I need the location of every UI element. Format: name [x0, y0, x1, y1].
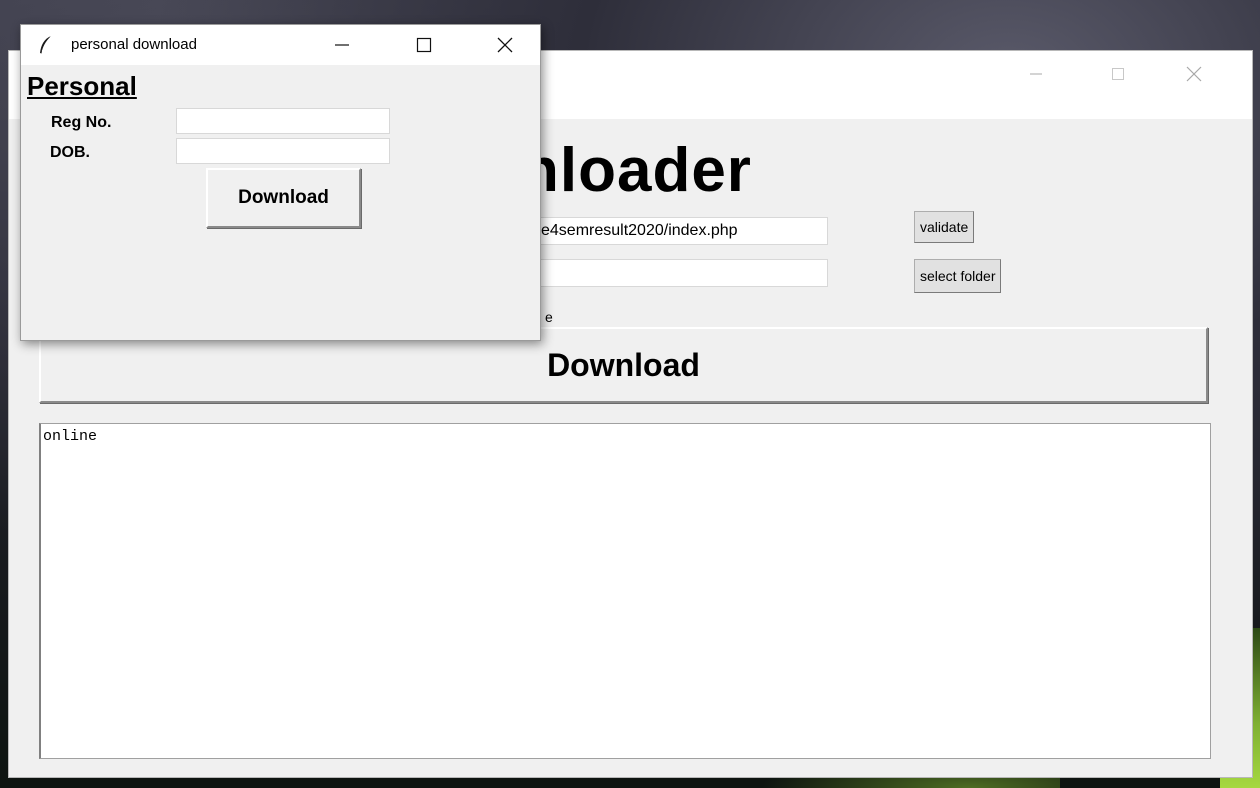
- personal-close-button[interactable]: [482, 31, 528, 59]
- personal-heading: Personal: [27, 71, 137, 101]
- window-title: personal download: [71, 36, 197, 53]
- personal-titlebar[interactable]: personal download: [21, 25, 540, 65]
- reg-no-label: Reg No.: [51, 114, 112, 131]
- close-icon: [497, 37, 513, 53]
- status-label: e: [545, 309, 553, 325]
- dob-label: DOB.: [50, 144, 90, 161]
- reg-no-input[interactable]: [176, 108, 390, 134]
- dob-input[interactable]: [176, 138, 390, 164]
- maximize-icon: [1112, 68, 1124, 80]
- minimize-icon: [335, 44, 349, 46]
- personal-window: personal download Personal Reg No. DOB. …: [20, 24, 541, 341]
- app-title: nloader: [521, 136, 752, 205]
- personal-download-button[interactable]: Download: [206, 168, 361, 228]
- url-input[interactable]: [536, 217, 828, 245]
- folder-input[interactable]: [536, 259, 828, 287]
- main-minimize-button[interactable]: [1013, 59, 1059, 89]
- close-icon: [1186, 66, 1202, 82]
- feather-icon: [37, 35, 55, 60]
- log-textarea[interactable]: online: [39, 423, 1211, 759]
- maximize-icon: [416, 37, 432, 53]
- personal-maximize-button[interactable]: [401, 31, 447, 59]
- validate-button[interactable]: validate: [914, 211, 975, 243]
- personal-minimize-button[interactable]: [319, 31, 365, 59]
- main-close-button[interactable]: [1171, 59, 1217, 89]
- select-folder-button[interactable]: select folder: [914, 259, 1002, 293]
- minimize-icon: [1030, 73, 1042, 75]
- main-maximize-button[interactable]: [1095, 59, 1141, 89]
